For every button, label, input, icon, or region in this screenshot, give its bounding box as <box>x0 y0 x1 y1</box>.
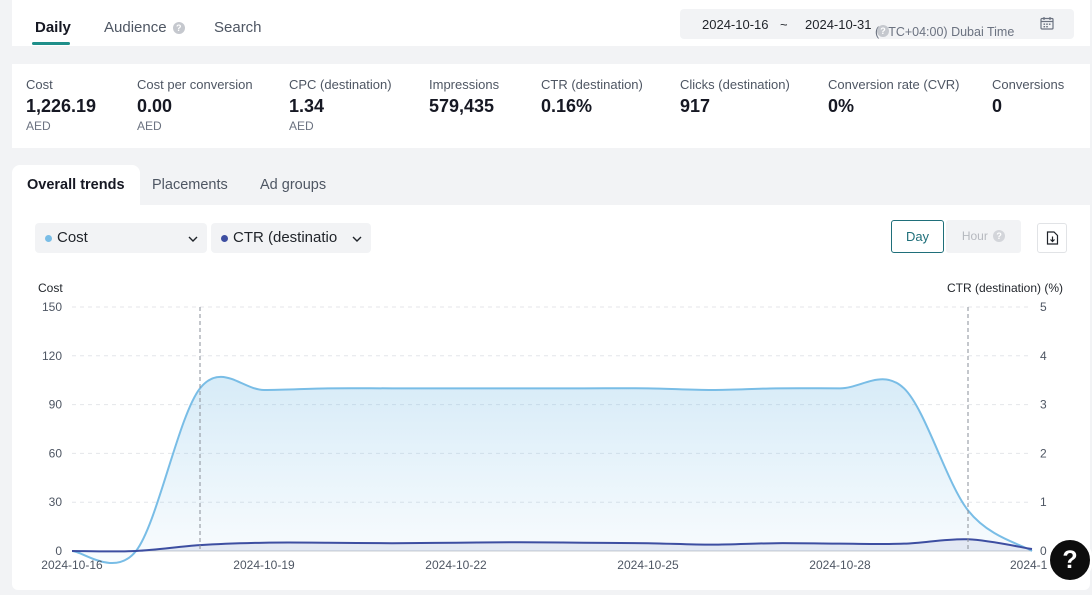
help-button-label: ? <box>1062 546 1078 574</box>
tab-daily[interactable]: Daily <box>35 19 71 36</box>
question-icon: ? <box>172 22 185 34</box>
y-tick-right: 0 <box>1040 544 1047 558</box>
x-tick-label: 2024-10-22 <box>425 558 487 572</box>
metric-label: Cost <box>26 77 53 92</box>
metrics-summary: Cost 1,226.19 AED Cost per conversion 0.… <box>12 64 1090 148</box>
tab-placements[interactable]: Placements <box>152 165 228 205</box>
y-axis-right-title: CTR (destination) (%) <box>947 281 1063 295</box>
metric-label: Conversions <box>992 77 1065 92</box>
timezone-text: (UTC+04:00) Dubai Time <box>875 25 1015 39</box>
x-tick-label: 2024-10-28 <box>809 558 871 572</box>
y-tick-left: 60 <box>49 446 63 460</box>
metric-label: CTR (destination) <box>541 77 643 92</box>
active-tab-indicator <box>32 42 70 45</box>
y-tick-left: 120 <box>42 349 62 363</box>
metric-ctr: CTR (destination) 0.16% <box>541 77 643 117</box>
metric-value: 0% <box>828 96 855 116</box>
metric-value: 0.00 <box>137 96 173 116</box>
metric-cost: Cost 1,226.19 AED <box>26 77 96 133</box>
metric-value: 1,226.19 <box>26 96 97 116</box>
y-tick-right: 2 <box>1040 446 1047 460</box>
metric-clicks: Clicks (destination) 917 <box>680 77 790 117</box>
date-start: 2024-10-16 <box>702 17 769 32</box>
metric-label: Cost per conversion <box>137 77 253 92</box>
metric-cvr: Conversion rate (CVR) 0% <box>828 77 960 117</box>
metric-label: Conversion rate (CVR) <box>828 77 960 92</box>
y-tick-right: 1 <box>1040 495 1047 509</box>
metric-value: 917 <box>680 96 711 116</box>
x-tick-label: 2024-10-16 <box>41 558 103 572</box>
help-button[interactable]: ? <box>1047 537 1092 583</box>
metric-impressions: Impressions 579,435 <box>429 77 499 117</box>
y-tick-right: 3 <box>1040 398 1047 412</box>
metric-label: CPC (destination) <box>289 77 392 92</box>
metric-value: 0 <box>992 96 1003 116</box>
date-separator: ~ <box>780 17 788 32</box>
x-tick-label: 2024-10-25 <box>617 558 679 572</box>
metric-value: 579,435 <box>429 96 495 116</box>
tab-ad-groups[interactable]: Ad groups <box>260 165 326 205</box>
y-tick-left: 30 <box>49 495 63 509</box>
report-tabs-bar: Daily Audience ? Search 2024-10-16 ~ 202… <box>12 0 1090 46</box>
metric-conversions: Conversions 0 <box>992 77 1064 117</box>
trend-chart: Cost CTR (destination) (%) 0306090120150… <box>38 281 1063 572</box>
metric-unit: AED <box>26 119 51 133</box>
y-tick-left: 0 <box>55 544 62 558</box>
metric-label: Impressions <box>429 77 500 92</box>
metric-unit: AED <box>137 119 162 133</box>
metric-cpc: CPC (destination) 1.34 AED <box>289 77 392 133</box>
tab-search[interactable]: Search <box>214 19 262 36</box>
timezone-help-icon: ? <box>877 25 889 37</box>
y-tick-left: 90 <box>49 398 63 412</box>
date-range-picker[interactable]: 2024-10-16 ~ 2024-10-31 (UTC+04:00) Duba… <box>680 9 1074 39</box>
tab-overall-trends[interactable]: Overall trends <box>12 165 140 205</box>
metric-value: 0.16% <box>541 96 593 116</box>
tab-audience[interactable]: Audience ? <box>104 19 185 36</box>
metric-cost-per-conversion: Cost per conversion 0.00 AED <box>137 77 253 133</box>
y-tick-right: 5 <box>1040 300 1047 314</box>
metric-unit: AED <box>289 119 314 133</box>
series-layer <box>71 375 1033 564</box>
y-tick-right: 4 <box>1040 349 1047 363</box>
date-end: 2024-10-31 <box>805 17 872 32</box>
y-tick-left: 150 <box>42 300 62 314</box>
tab-audience-label: Audience <box>104 19 167 36</box>
x-tick-label: 2024-10-19 <box>233 558 295 572</box>
cost-area <box>72 376 1032 564</box>
metric-value: 1.34 <box>289 96 325 116</box>
calendar-icon <box>1040 16 1054 33</box>
metric-label: Clicks (destination) <box>680 77 790 92</box>
y-axis-left-title: Cost <box>38 281 63 295</box>
trend-chart-card: Cost CTR (destination) Day Hour ? Cost C… <box>12 205 1090 590</box>
